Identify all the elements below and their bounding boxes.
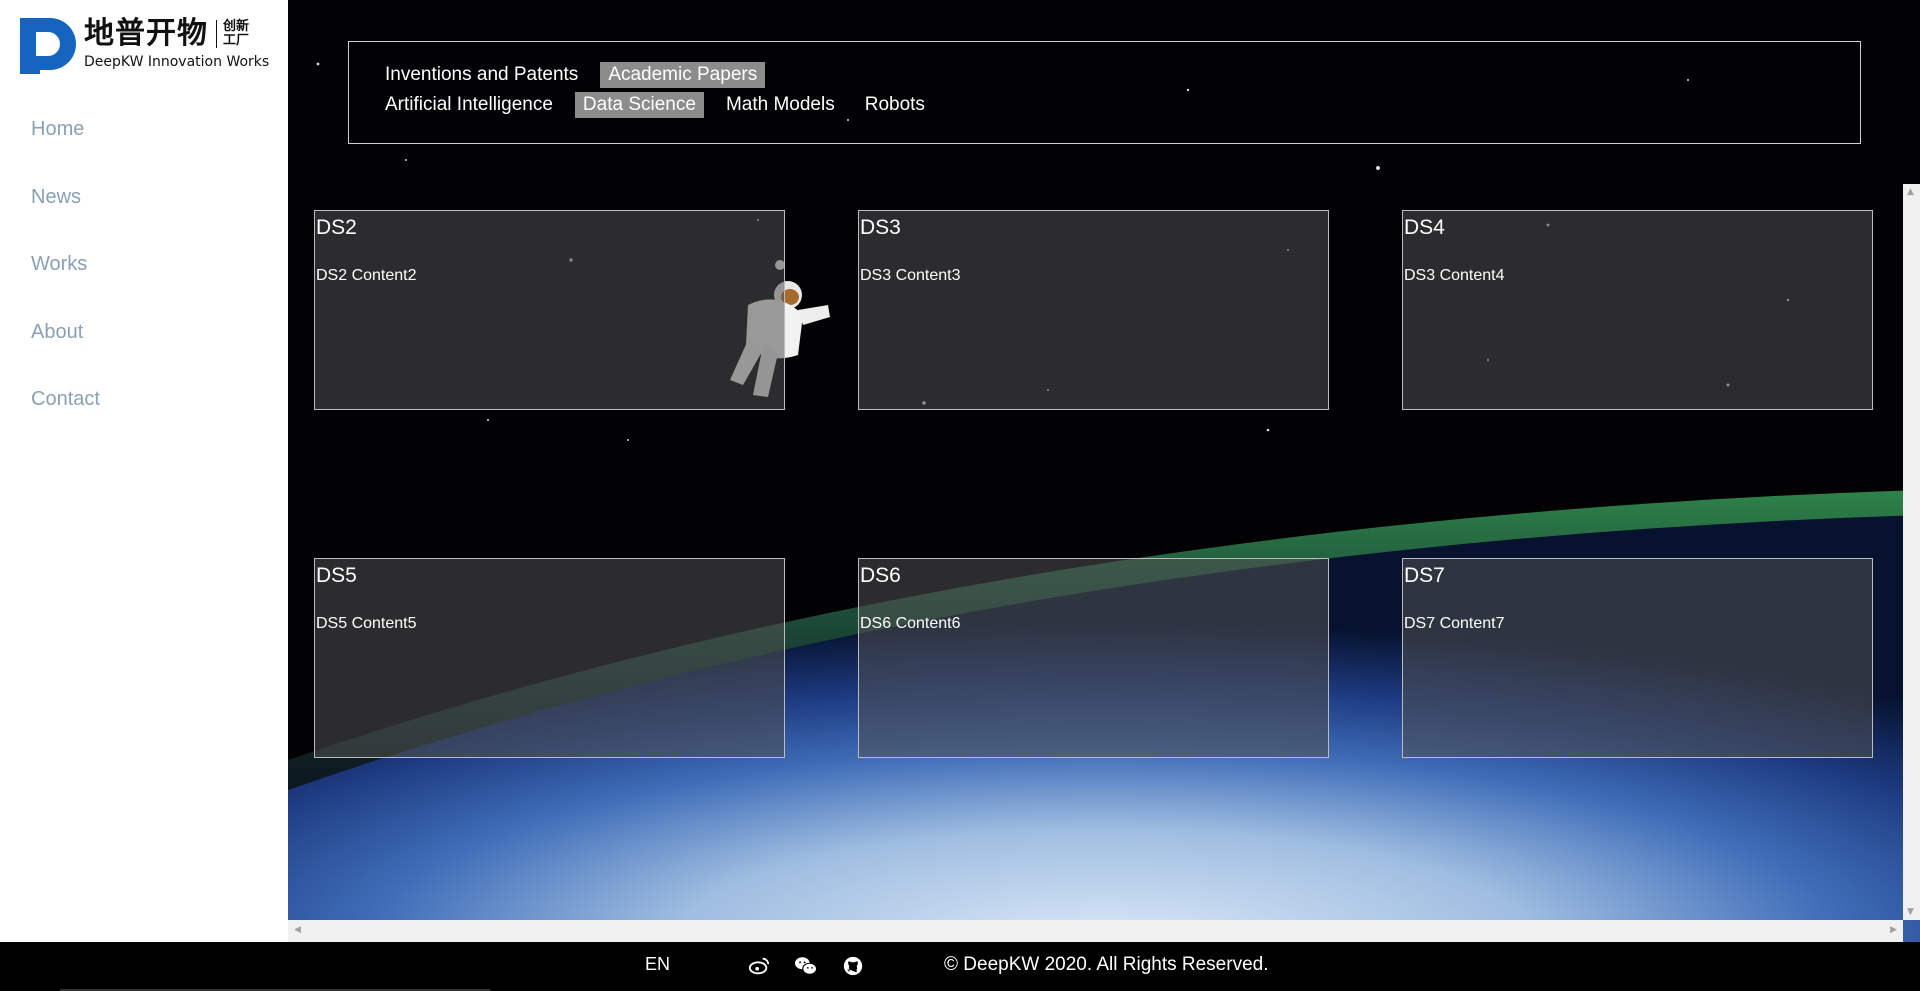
work-card-ds5[interactable]: DS5 DS5 Content5 bbox=[314, 558, 785, 758]
category-filter-panel: Inventions and Patents Academic Papers A… bbox=[348, 41, 1861, 144]
filter-inventions-and-patents[interactable]: Inventions and Patents bbox=[377, 62, 586, 88]
card-content: DS3 Content3 bbox=[860, 267, 961, 284]
wechat-icon[interactable] bbox=[794, 955, 818, 977]
main-nav: Home News Works About Contact bbox=[31, 112, 100, 450]
filter-academic-papers[interactable]: Academic Papers bbox=[600, 62, 766, 88]
scroll-down-icon[interactable]: ▼ bbox=[1907, 907, 1914, 917]
filter-row-field: Artificial Intelligence Data Science Mat… bbox=[377, 92, 933, 118]
nav-news[interactable]: News bbox=[31, 180, 100, 248]
card-content: DS7 Content7 bbox=[1404, 615, 1505, 632]
card-content: DS2 Content2 bbox=[316, 267, 417, 284]
copyright-text: © DeepKW 2020. All Rights Reserved. bbox=[944, 954, 1269, 975]
work-card-ds7[interactable]: DS7 DS7 Content7 bbox=[1402, 558, 1873, 758]
filter-math-models[interactable]: Math Models bbox=[718, 92, 843, 118]
nav-contact[interactable]: Contact bbox=[31, 382, 100, 450]
scroll-right-icon[interactable]: ▶ bbox=[1890, 925, 1897, 935]
brand-logo[interactable]: 地普开物 创新 工厂 DeepKW Innovation Works bbox=[18, 16, 269, 76]
brand-name-en: DeepKW Innovation Works bbox=[84, 54, 270, 70]
github-icon[interactable] bbox=[842, 955, 864, 977]
weibo-icon[interactable] bbox=[748, 955, 770, 977]
card-content: DS5 Content5 bbox=[316, 615, 417, 632]
filter-robots[interactable]: Robots bbox=[857, 92, 933, 118]
work-card-ds6[interactable]: DS6 DS6 Content6 bbox=[858, 558, 1329, 758]
card-content: DS6 Content6 bbox=[860, 615, 961, 632]
brand-name-cn: 地普开物 bbox=[84, 16, 208, 51]
logo-p-icon bbox=[20, 18, 76, 74]
language-switch[interactable]: EN bbox=[645, 954, 670, 975]
nav-works[interactable]: Works bbox=[31, 247, 100, 315]
scroll-left-icon[interactable]: ◀ bbox=[294, 925, 301, 935]
vertical-scrollbar[interactable]: ▲ ▼ bbox=[1903, 184, 1920, 920]
footer: EN © DeepKW 2020. All Rights Reserved. bbox=[0, 942, 1920, 991]
brand-divider bbox=[216, 20, 217, 48]
work-card-ds2[interactable]: DS2 DS2 Content2 bbox=[314, 210, 785, 410]
card-title: DS6 bbox=[860, 564, 901, 587]
horizontal-scrollbar[interactable]: ◀ ▶ bbox=[288, 920, 1903, 942]
scroll-up-icon[interactable]: ▲ bbox=[1907, 187, 1914, 197]
filter-data-science[interactable]: Data Science bbox=[574, 92, 704, 118]
nav-about[interactable]: About bbox=[31, 315, 100, 383]
card-title: DS5 bbox=[316, 564, 357, 587]
card-title: DS4 bbox=[1404, 216, 1445, 239]
sidebar: 地普开物 创新 工厂 DeepKW Innovation Works Home N… bbox=[0, 0, 288, 942]
card-title: DS2 bbox=[316, 216, 357, 239]
work-card-ds3[interactable]: DS3 DS3 Content3 bbox=[858, 210, 1329, 410]
card-title: DS7 bbox=[1404, 564, 1445, 587]
filter-row-type: Inventions and Patents Academic Papers bbox=[377, 62, 766, 88]
card-title: DS3 bbox=[860, 216, 901, 239]
work-card-ds4[interactable]: DS4 DS3 Content4 bbox=[1402, 210, 1873, 410]
filter-artificial-intelligence[interactable]: Artificial Intelligence bbox=[377, 92, 561, 118]
main-content: Inventions and Patents Academic Papers A… bbox=[288, 0, 1920, 942]
brand-tagline-cn: 创新 工厂 bbox=[223, 19, 250, 48]
nav-home[interactable]: Home bbox=[31, 112, 100, 180]
card-content: DS3 Content4 bbox=[1404, 267, 1505, 284]
